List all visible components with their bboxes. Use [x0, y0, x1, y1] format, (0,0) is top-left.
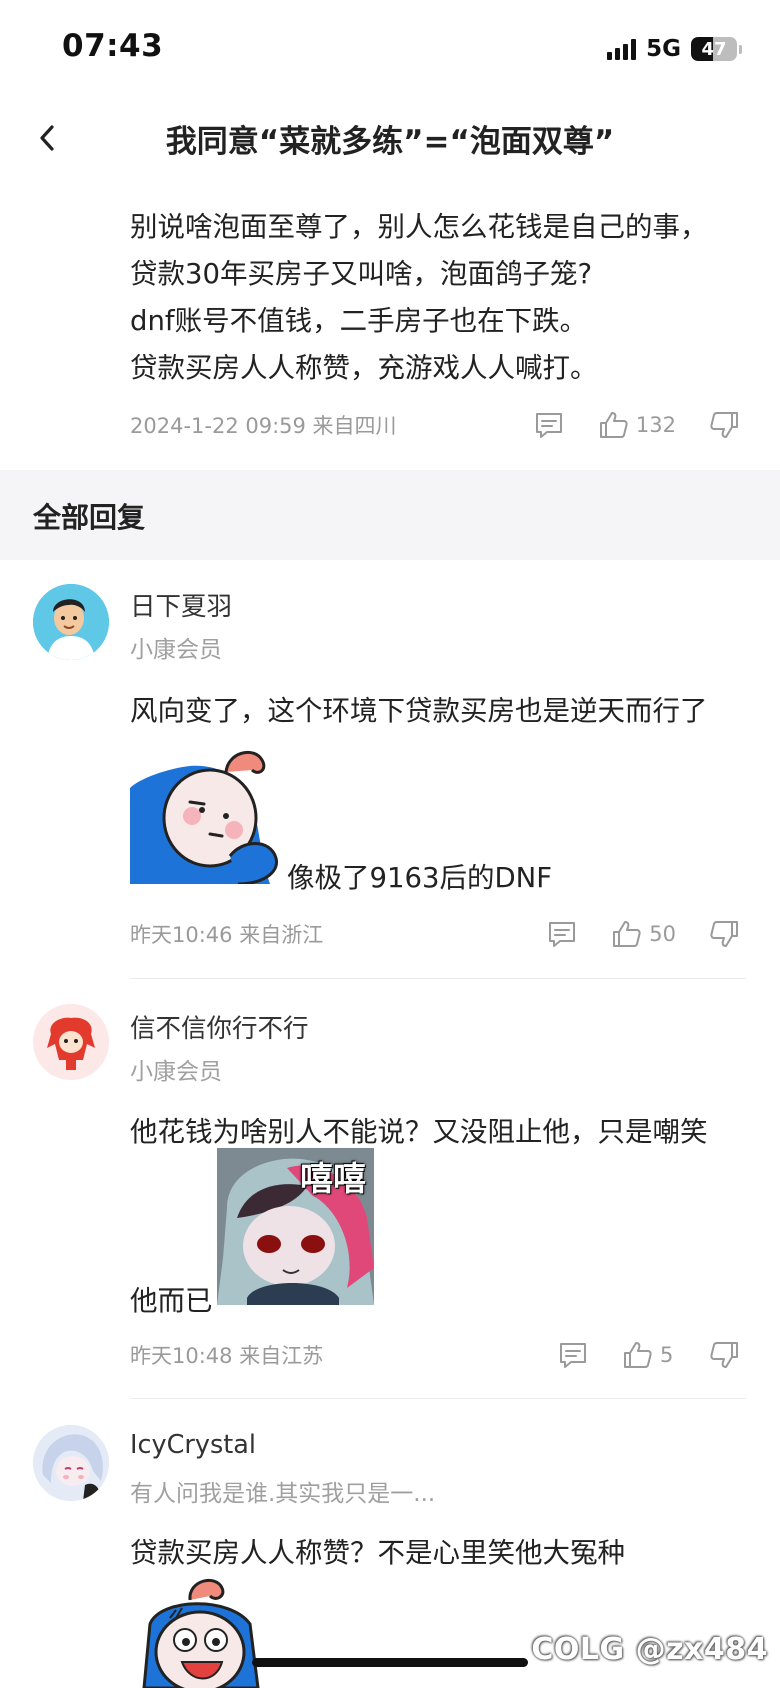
- comment-text: 贷款买房人人称赞？不是心里笑他大冤种: [130, 1537, 625, 1569]
- post-line: 贷款30年买房子又叫啥，泡面鸽子笼?: [130, 258, 593, 290]
- post-line: 贷款买房人人称赞，充游戏人人喊打。: [130, 352, 598, 384]
- post-meta: 2024-1-22 09:59 来自四川: [130, 414, 397, 438]
- post-line: dnf账号不值钱，二手房子也在下跌。: [130, 305, 588, 337]
- like-button[interactable]: 50: [611, 919, 676, 949]
- avatar[interactable]: [33, 1004, 109, 1080]
- comment-meta: 昨天10:46 来自浙江: [130, 923, 324, 947]
- comment-meta-row: 昨天10:48 来自江苏 5: [130, 1335, 740, 1375]
- watermark: COLG @zx484: [531, 1632, 768, 1667]
- reply-button[interactable]: [558, 1340, 588, 1370]
- page-title: 我同意“菜就多练”=“泡面双尊”: [165, 124, 615, 160]
- thumbs-up-icon: [624, 1342, 652, 1368]
- back-button[interactable]: [32, 118, 62, 158]
- chibi-character-sticker: 嘻嘻: [217, 1148, 374, 1305]
- section-title: 全部回复: [33, 501, 146, 534]
- avatar[interactable]: [33, 584, 109, 660]
- comment-meta-row: 昨天10:46 来自浙江 50: [130, 914, 740, 954]
- thumbs-down-icon: [710, 412, 738, 438]
- battery-level: 47: [701, 38, 727, 60]
- thumbs-down-icon: [710, 921, 738, 947]
- user-tag: 小康会员: [130, 1059, 222, 1085]
- post-content: 别说啥泡面至尊了，别人怎么花钱是自己的事， 贷款30年买房子又叫啥，泡面鸽子笼?…: [130, 204, 750, 392]
- comment-meta: 昨天10:48 来自江苏: [130, 1344, 324, 1368]
- sticker-caption: 嘻嘻: [300, 1159, 366, 1198]
- user-tag: 小康会员: [130, 637, 222, 663]
- comment-text-continued: 他而已: [130, 1285, 213, 1317]
- post-meta-row: 2024-1-22 09:59 来自四川 132: [130, 405, 740, 445]
- post-line: 别说啥泡面至尊了，别人怎么花钱是自己的事，: [130, 211, 708, 243]
- reply-button[interactable]: [534, 410, 564, 440]
- dislike-button[interactable]: [708, 1340, 740, 1370]
- comment-text-continued: 像极了9163后的DNF: [287, 862, 553, 894]
- thumbs-up-icon: [599, 412, 628, 438]
- network-label: 5G: [646, 36, 681, 62]
- comment-icon: [549, 922, 576, 947]
- like-button[interactable]: 5: [622, 1340, 698, 1370]
- signal-icon: [607, 38, 637, 60]
- avatar[interactable]: [33, 1425, 109, 1501]
- user-name[interactable]: 日下夏羽: [130, 586, 232, 623]
- comment-icon: [535, 413, 562, 438]
- comment-text: 风向变了，这个环境下贷款买房也是逆天而行了: [130, 695, 708, 727]
- battery-icon: 47: [691, 37, 737, 61]
- status-time: 07:43: [62, 28, 164, 64]
- user-name[interactable]: 信不信你行不行: [130, 1008, 309, 1045]
- like-count: 132: [635, 413, 676, 437]
- reply-button[interactable]: [547, 919, 577, 949]
- divider: [130, 978, 746, 979]
- user-tag: 有人问我是谁.其实我只是一...: [130, 1481, 436, 1507]
- home-indicator: [252, 1658, 528, 1667]
- dislike-button[interactable]: [708, 410, 740, 440]
- like-button[interactable]: 132: [598, 410, 676, 440]
- blue-character-sticker: [130, 738, 282, 886]
- comment-icon: [560, 1343, 586, 1368]
- thumbs-down-icon: [710, 1342, 738, 1368]
- blue-character-sticker: [130, 1574, 280, 1688]
- like-count: 5: [660, 1343, 674, 1367]
- thumbs-up-icon: [613, 921, 641, 947]
- dislike-button[interactable]: [708, 919, 740, 949]
- like-count: 50: [649, 922, 676, 946]
- divider: [130, 1398, 746, 1399]
- back-icon: [40, 125, 54, 151]
- user-name[interactable]: IcyCrystal: [130, 1430, 256, 1460]
- status-indicators: 5G 47: [607, 34, 742, 64]
- comment-text: 他花钱为啥别人不能说？又没阻止他，只是嘲笑: [130, 1116, 708, 1148]
